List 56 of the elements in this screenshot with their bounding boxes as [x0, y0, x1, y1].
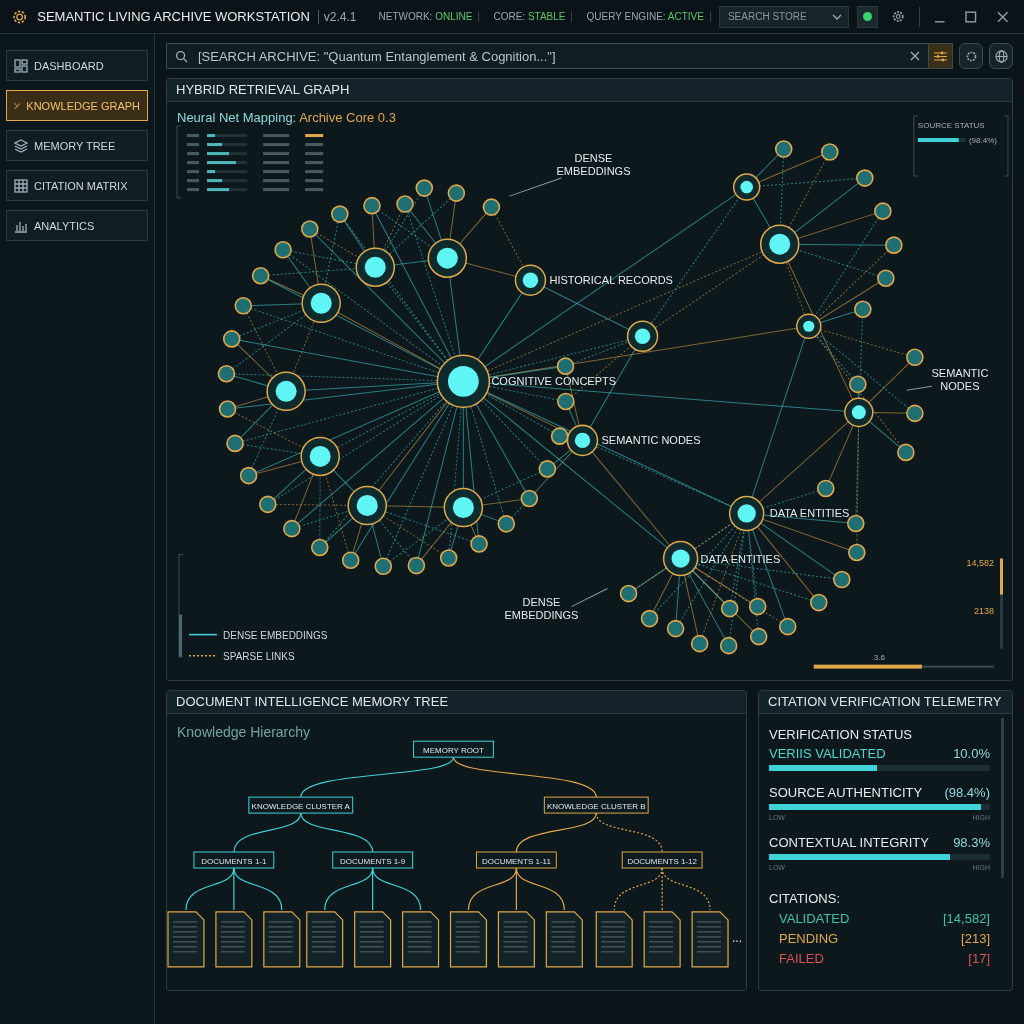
status-label: QUERY ENGINE: ACTIVE [580, 11, 711, 22]
sidebar-item[interactable]: KNOWLEDGE GRAPH [6, 90, 148, 121]
count-label: PENDING [779, 931, 839, 946]
sidebar-item[interactable]: ANALYTICS [6, 210, 148, 241]
sidebar-item[interactable]: DASHBOARD [6, 50, 148, 81]
count-value: [213] [961, 931, 990, 946]
store-select-input[interactable]: SEARCH STORE [725, 10, 832, 23]
sidebar-item[interactable]: MEMORY TREE [6, 130, 148, 161]
count-label: FAILED [779, 951, 824, 966]
panel-title: DOCUMENT INTELLIGENCE MEMORY TREE [167, 691, 746, 714]
metric-value: 10.0% [953, 746, 990, 761]
tree-node[interactable]: DOCUMENTS 1-9 [332, 851, 414, 869]
metric-label: VERIIS VALIDATED [769, 746, 886, 761]
count-value: [14,582] [943, 911, 990, 926]
tree-node[interactable]: KNOWLEDGE CLUSTER B [543, 796, 649, 814]
status-label: CORE: STABLE [487, 11, 573, 22]
tree-node[interactable]: KNOWLEDGE CLUSTER A [248, 796, 354, 814]
status-label: NETWORK: ONLINE [372, 11, 480, 22]
legend-label: SPARSE LINKS [223, 650, 295, 662]
graph-label: DENSE EMBEDDINGS [556, 152, 631, 178]
tree-subtitle: Knowledge Hierarchy [176, 723, 312, 740]
graph-label: DATA ENTITIES [769, 507, 850, 520]
source-status-value: (98.4%) [968, 136, 997, 146]
graph-label: DENSE EMBEDDINGS [504, 595, 579, 621]
graph-label: HISTORICAL RECORDS [549, 274, 673, 287]
tree-node[interactable]: MEMORY ROOT [413, 740, 494, 758]
tree-node[interactable]: DOCUMENTS 1-1 [193, 851, 275, 869]
source-status-label: SOURCE STATUS [917, 121, 985, 131]
more-ellipsis: ... [732, 930, 742, 945]
timeline-label: 3.6 [873, 652, 885, 662]
section-heading: CITATIONS: [769, 891, 842, 906]
tree-node[interactable]: DOCUMENTS 1-11 [475, 851, 557, 869]
store-select[interactable]: SEARCH STORE [718, 5, 849, 28]
window-title: SEMANTIC LIVING ARCHIVE WORKSTATION [37, 9, 310, 24]
scale-max-label: 14,582 [966, 557, 994, 568]
metric-label: CONTEXTUAL INTEGRITY [769, 835, 929, 850]
graph-label: SEMANTIC NODES [601, 434, 701, 447]
legend-label: DENSE EMBEDDINGS [223, 629, 328, 641]
tree-node[interactable]: DOCUMENTS 1-12 [621, 851, 703, 869]
metric-label: SOURCE AUTHENTICITY [769, 785, 923, 800]
graph-subtitle: Neural Net Mapping: Archive Core 0.3 [177, 110, 396, 125]
sidebar-item[interactable]: CITATION MATRIX [6, 170, 148, 201]
search-input[interactable]: [SEARCH ARCHIVE: "Quantum Entanglement & Cognition..."] [196, 47, 902, 65]
panel-title: HYBRID RETRIEVAL GRAPH [167, 79, 1012, 102]
count-label: VALIDATED [779, 911, 850, 926]
graph-label: COGNITIVE CONCEPTS [491, 375, 617, 388]
metric-value: 98.3% [953, 835, 990, 850]
scale-min-label: 2138 [973, 605, 994, 616]
graph-label: DATA ENTITIES [700, 552, 781, 565]
count-value: [17] [968, 951, 990, 966]
graph-label: SEMANTIC NODES [931, 367, 989, 393]
panel-title: CITATION VERIFICATION TELEMETRY [759, 691, 1012, 714]
section-heading: VERIFICATION STATUS [769, 727, 913, 742]
search-field[interactable]: [SEARCH ARCHIVE: "Quantum Entanglement & Cognition..."] [166, 43, 953, 69]
metric-value: (98.4%) [944, 785, 990, 800]
version-label: v2.4.1 [317, 9, 357, 24]
